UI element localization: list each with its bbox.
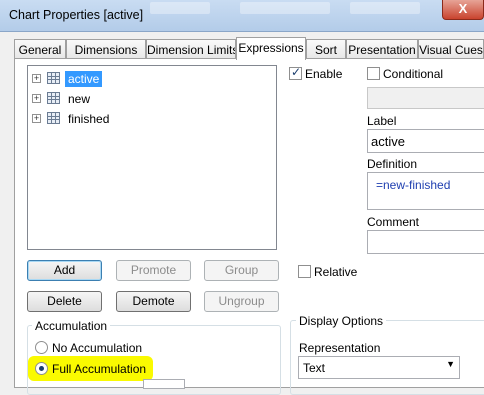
expand-icon[interactable]: + bbox=[32, 74, 41, 83]
full-accumulation-radio[interactable] bbox=[35, 362, 48, 375]
window-title: Chart Properties [active] bbox=[9, 8, 144, 22]
tab-sort[interactable]: Sort bbox=[306, 39, 346, 59]
promote-button[interactable]: Promote bbox=[116, 260, 191, 281]
definition-field-value: =new-finished bbox=[376, 178, 451, 192]
add-button[interactable]: Add bbox=[27, 260, 102, 281]
comment-field[interactable] bbox=[367, 230, 484, 254]
ungroup-button[interactable]: Ungroup bbox=[204, 291, 279, 312]
enable-label: Enable bbox=[305, 67, 343, 81]
tab-presentation[interactable]: Presentation bbox=[346, 39, 418, 59]
title-bar-blur bbox=[350, 2, 420, 14]
tab-dimension-limits[interactable]: Dimension Limits bbox=[146, 39, 236, 59]
chevron-down-icon: ▼ bbox=[446, 359, 455, 369]
table-icon bbox=[47, 92, 60, 104]
tab-expressions[interactable]: Expressions bbox=[236, 37, 306, 60]
tab-dimensions[interactable]: Dimensions bbox=[66, 39, 146, 59]
enable-checkbox[interactable] bbox=[289, 65, 302, 80]
relative-checkbox[interactable] bbox=[298, 265, 311, 278]
definition-field[interactable]: =new-finished bbox=[367, 172, 484, 210]
definition-caption: Definition bbox=[367, 157, 418, 171]
delete-button[interactable]: Delete bbox=[27, 291, 102, 312]
display-options-title: Display Options bbox=[296, 314, 387, 328]
expression-list[interactable]: + active + new + finished bbox=[27, 65, 277, 250]
table-icon bbox=[47, 72, 60, 84]
no-accumulation-label: No Accumulation bbox=[52, 341, 143, 355]
representation-value: Text bbox=[303, 361, 326, 375]
expression-label: finished bbox=[68, 112, 110, 126]
representation-label: Representation bbox=[299, 341, 381, 355]
comment-caption: Comment bbox=[367, 215, 420, 229]
tab-visual-cues[interactable]: Visual Cues bbox=[418, 39, 484, 59]
representation-select[interactable]: Text ▼ bbox=[298, 356, 460, 379]
relative-label: Relative bbox=[314, 265, 358, 279]
tab-strip: General Dimensions Dimension Limits Expr… bbox=[14, 37, 484, 60]
conditional-checkbox[interactable] bbox=[367, 67, 380, 80]
no-accumulation-radio[interactable] bbox=[35, 341, 48, 354]
label-field-value: active bbox=[371, 134, 405, 149]
close-icon: X bbox=[458, 1, 468, 16]
label-caption: Label bbox=[367, 114, 397, 128]
group-button[interactable]: Group bbox=[204, 260, 279, 281]
expression-label: new bbox=[68, 92, 91, 106]
title-bar: Chart Properties [active] X bbox=[0, 0, 484, 32]
conditional-label: Conditional bbox=[383, 67, 444, 81]
expand-icon[interactable]: + bbox=[32, 94, 41, 103]
tab-general[interactable]: General bbox=[14, 39, 66, 59]
label-field[interactable]: active bbox=[367, 129, 484, 153]
accumulation-steps-field[interactable] bbox=[143, 379, 185, 389]
title-bar-blur bbox=[150, 2, 210, 14]
expression-label: active bbox=[65, 71, 103, 87]
expand-icon[interactable]: + bbox=[32, 114, 41, 123]
close-button[interactable]: X bbox=[442, 0, 484, 20]
table-icon bbox=[47, 112, 60, 124]
full-accumulation-label: Full Accumulation bbox=[52, 362, 147, 376]
title-bar-blur bbox=[240, 2, 330, 14]
accumulation-title: Accumulation bbox=[32, 319, 111, 333]
demote-button[interactable]: Demote bbox=[116, 291, 191, 312]
conditional-field[interactable] bbox=[367, 87, 484, 109]
